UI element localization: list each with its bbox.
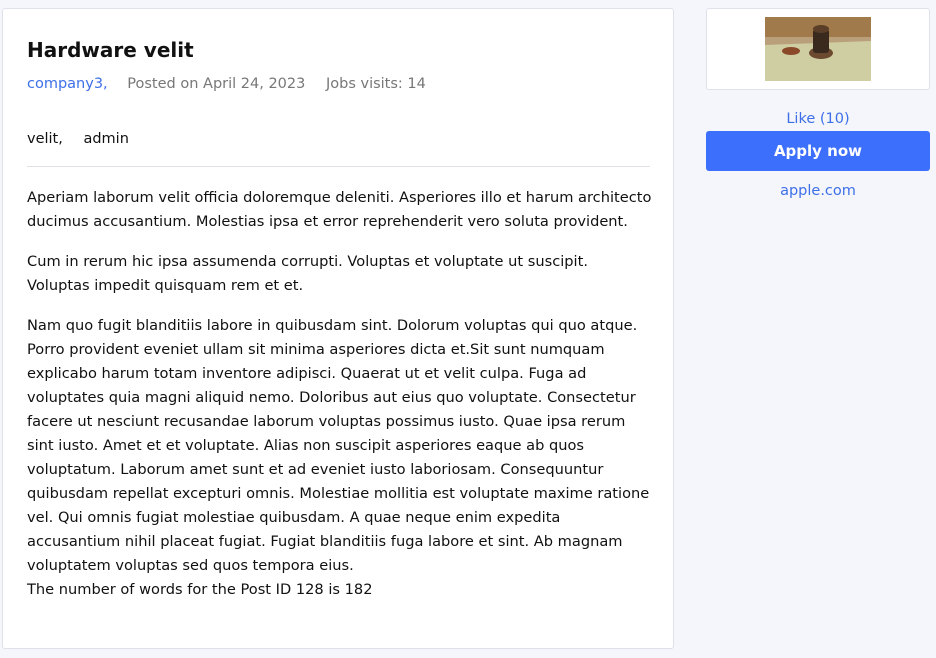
company-logo-image (765, 17, 871, 81)
tag-item: admin (83, 131, 129, 147)
company-website-link[interactable]: apple.com (706, 181, 930, 201)
apply-now-button[interactable]: Apply now (706, 131, 930, 171)
description-paragraph: Nam quo fugit blanditiis labore in quibu… (27, 317, 650, 574)
job-sidebar: Like (10) Apply now apple.com (706, 8, 930, 201)
job-title: Hardware velit (27, 38, 194, 62)
company-logo-card (706, 8, 930, 90)
posted-date: Posted on April 24, 2023 (127, 76, 306, 92)
job-meta: company3, Posted on April 24, 2023 Jobs … (27, 74, 649, 94)
description-paragraph: Cum in rerum hic ipsa assumenda corrupti… (27, 253, 588, 294)
job-tags: velit, admin (27, 129, 649, 149)
divider (27, 166, 650, 167)
word-count: The number of words for the Post ID 128 … (27, 581, 373, 598)
job-visits: Jobs visits: 14 (325, 76, 426, 92)
job-card: Hardware velit company3, Posted on April… (2, 8, 674, 649)
tag-item: velit, (27, 131, 63, 147)
company-link[interactable]: company3, (27, 76, 108, 92)
like-button[interactable]: Like (10) (706, 109, 930, 129)
description-paragraph: Aperiam laborum velit officia doloremque… (27, 189, 652, 230)
job-description: Aperiam laborum velit officia doloremque… (27, 186, 653, 602)
